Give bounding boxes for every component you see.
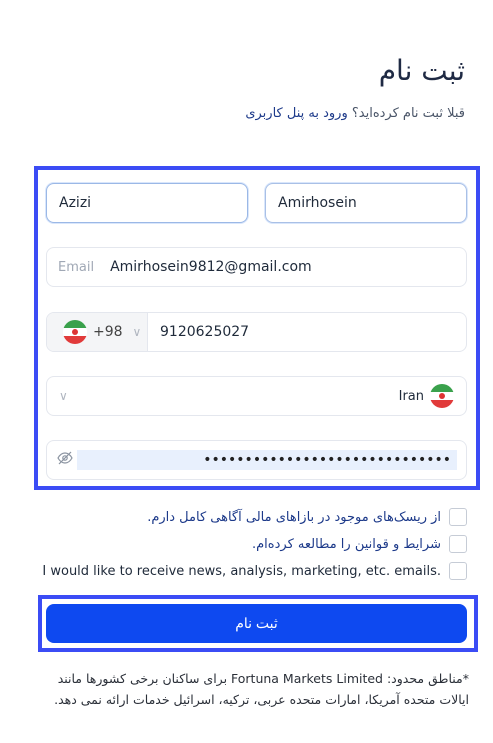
- restriction-note: *مناطق محدود: Fortuna Markets Limited بر…: [54, 671, 469, 707]
- checkbox-terms-label: شرایط و قوانین را مطالعه کرده‌ام.: [252, 536, 441, 552]
- password-field: ••••••••••••••••••••••••••••••: [46, 440, 467, 480]
- phone-field: +98 ∨ 9120625027: [46, 312, 467, 352]
- checkbox-risk-box[interactable]: [449, 508, 467, 526]
- chevron-down-icon: ∨: [59, 389, 68, 403]
- phone-input[interactable]: 9120625027: [148, 324, 249, 340]
- email-label: Email: [58, 259, 95, 275]
- login-link[interactable]: ورود به پنل کاربری: [245, 106, 347, 121]
- last-name-value: Azizi: [59, 195, 92, 211]
- iran-flag-icon: [63, 320, 87, 344]
- country-code-select[interactable]: +98 ∨: [47, 313, 148, 351]
- checkbox-news[interactable]: I would like to receive news, analysis, …: [42, 562, 467, 580]
- checkbox-terms[interactable]: شرایط و قوانین را مطالعه کرده‌ام.: [252, 535, 467, 553]
- first-name-input[interactable]: Amirhosein: [265, 183, 467, 223]
- submit-button[interactable]: ثبت نام: [46, 604, 467, 643]
- iran-flag-icon: [430, 384, 454, 408]
- login-prompt: قبلا ثبت نام کرده‌اید؟: [351, 106, 465, 121]
- last-name-input[interactable]: Azizi: [46, 183, 248, 223]
- chevron-down-icon: ∨: [132, 325, 142, 339]
- checkbox-news-box[interactable]: [449, 562, 467, 580]
- checkbox-risk-label: از ریسک‌های موجود در بازاهای مالی آگاهی …: [147, 509, 441, 525]
- email-input[interactable]: Email Amirhosein9812@gmail.com: [46, 247, 467, 287]
- password-input[interactable]: ••••••••••••••••••••••••••••••: [77, 450, 457, 470]
- checkbox-terms-box[interactable]: [449, 535, 467, 553]
- country-name: Iran: [398, 388, 424, 404]
- password-value: ••••••••••••••••••••••••••••••: [203, 452, 451, 468]
- checkbox-news-label: I would like to receive news, analysis, …: [42, 563, 441, 579]
- email-value: Amirhosein9812@gmail.com: [110, 259, 312, 275]
- eye-slash-icon[interactable]: [57, 450, 73, 470]
- checkbox-risk[interactable]: از ریسک‌های موجود در بازاهای مالی آگاهی …: [147, 508, 467, 526]
- login-line: قبلا ثبت نام کرده‌اید؟ ورود به پنل کاربر…: [245, 106, 465, 121]
- country-selected: Iran: [399, 384, 454, 408]
- country-select[interactable]: ∨ Iran: [46, 376, 467, 416]
- first-name-value: Amirhosein: [278, 195, 357, 211]
- country-code: +98: [93, 324, 123, 340]
- page-title: ثبت نام: [378, 54, 465, 87]
